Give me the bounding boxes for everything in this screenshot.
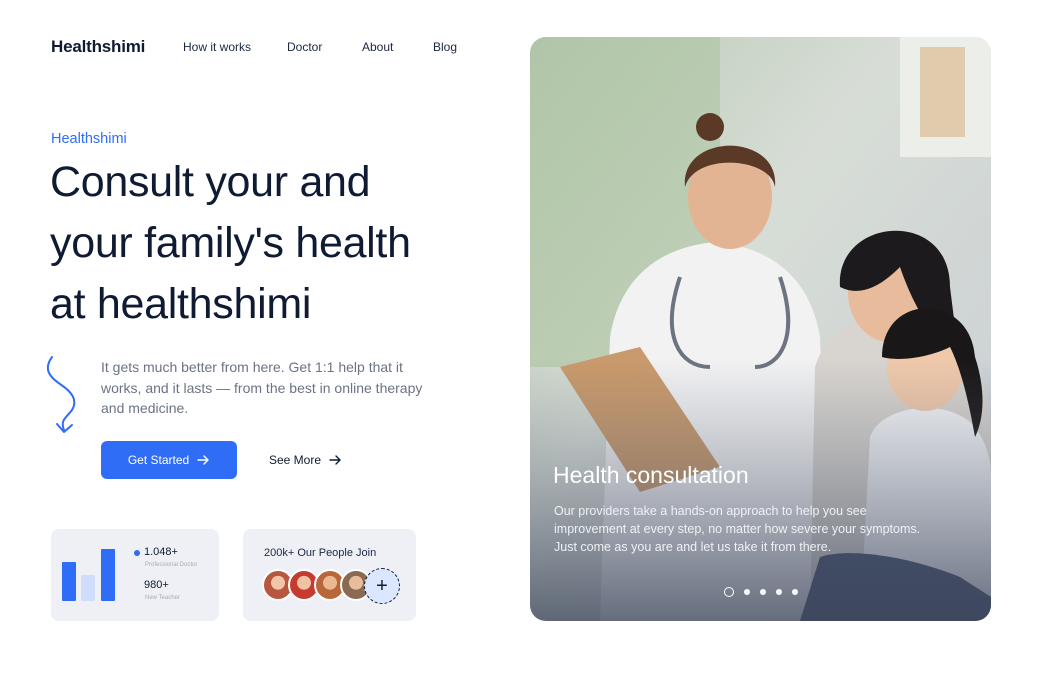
stats-card: 1.048+ Professional Doctor 980+ New Teac…	[51, 529, 219, 621]
headline-line-2: your family's health	[50, 219, 411, 267]
arrow-right-icon	[197, 455, 209, 465]
nav-link-how-it-works[interactable]: How it works	[183, 40, 251, 54]
feature-title: Health consultation	[553, 462, 749, 488]
carousel-dot-3[interactable]	[760, 589, 766, 595]
see-more-button[interactable]: See More	[262, 441, 352, 479]
hero-image: Health consultation Our providers take a…	[530, 37, 991, 621]
carousel-dot-4[interactable]	[776, 589, 782, 595]
chart-bar	[62, 562, 76, 601]
see-more-label: See More	[269, 453, 322, 467]
stat-teachers-value: 980+	[144, 579, 169, 591]
hero-eyebrow: Healthshimi	[51, 131, 127, 147]
carousel-dot-5[interactable]	[792, 589, 798, 595]
chart-bar	[101, 549, 115, 601]
carousel-dot-2[interactable]	[744, 589, 750, 595]
get-started-label: Get Started	[127, 453, 190, 467]
logo[interactable]: Healthshimi	[51, 37, 145, 57]
plus-icon: +	[376, 574, 388, 597]
join-card: 200k+ Our People Join +	[243, 529, 416, 621]
add-member-button[interactable]: +	[364, 568, 400, 604]
stat-teachers-label: New Teacher	[145, 595, 180, 601]
stat-doctors-value: 1.048+	[144, 546, 178, 558]
nav-link-blog[interactable]: Blog	[433, 40, 457, 54]
hero-description: It gets much better from here. Get 1:1 h…	[101, 359, 423, 416]
nav-link-about[interactable]: About	[362, 40, 393, 54]
carousel-dot-1[interactable]	[724, 587, 734, 597]
squiggle-arrow-icon	[46, 356, 76, 433]
join-title: 200k+ Our People Join	[264, 547, 377, 559]
feature-description: Our providers take a hands-on approach t…	[554, 504, 921, 554]
chart-bar	[81, 575, 95, 601]
headline-line-1: Consult your and	[50, 158, 371, 206]
nav-link-doctor[interactable]: Doctor	[287, 40, 322, 54]
stat-doctors-label: Professional Doctor	[145, 562, 198, 568]
arrow-right-icon	[329, 455, 341, 465]
stat-bullet	[134, 550, 140, 556]
headline-line-3: at healthshimi	[50, 280, 312, 328]
carousel-dots	[724, 587, 798, 597]
get-started-button[interactable]: Get Started	[101, 441, 237, 479]
hero-headline: Consult your and your family's health at…	[50, 152, 490, 335]
